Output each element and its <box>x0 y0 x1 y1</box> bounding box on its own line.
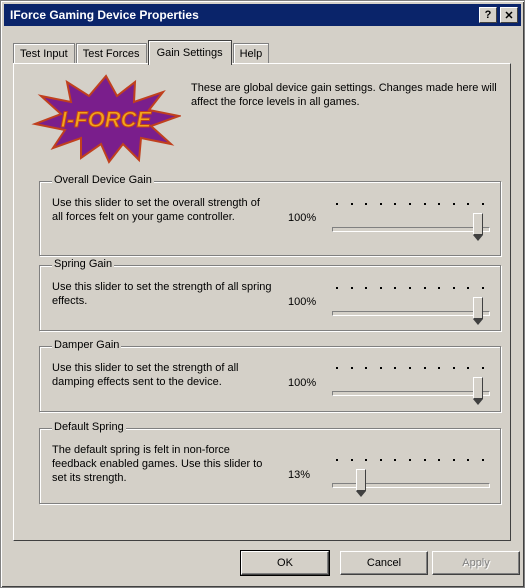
slider-tick <box>438 203 440 205</box>
group-title: Overall Device Gain <box>52 174 154 186</box>
slider-tick <box>336 287 338 289</box>
slider-ticks <box>336 367 484 369</box>
spring-gain-slider[interactable] <box>332 287 490 327</box>
ok-button[interactable]: OK <box>240 550 330 576</box>
gain-value: 100% <box>288 377 317 389</box>
group-description: Use this slider to set the strength of a… <box>52 281 272 307</box>
slider-tick <box>467 287 469 289</box>
slider-tick <box>336 203 338 205</box>
cancel-label: Cancel <box>366 557 402 569</box>
slider-tick <box>482 459 484 461</box>
gain-value: 100% <box>288 296 317 308</box>
slider-tick <box>424 203 426 205</box>
slider-tick <box>424 287 426 289</box>
slider-tick <box>482 203 484 205</box>
logo-text: I-FORCE <box>61 107 153 132</box>
slider-tick <box>380 203 382 205</box>
slider-tick <box>336 367 338 369</box>
slider-tick <box>394 203 396 205</box>
slider-tick <box>482 287 484 289</box>
gain-value: 100% <box>288 212 317 224</box>
overall-gain-slider[interactable] <box>332 203 490 243</box>
tab-test-input[interactable]: Test Input <box>13 43 75 64</box>
slider-tick <box>380 459 382 461</box>
tab-test-forces[interactable]: Test Forces <box>75 43 147 64</box>
help-button[interactable]: ? <box>479 7 497 23</box>
overall-gain-group: Overall Device Gain Use this slider to s… <box>39 174 501 256</box>
tab-gain-settings[interactable]: Gain Settings <box>147 40 232 65</box>
close-button[interactable]: ✕ <box>500 7 518 23</box>
tab-help[interactable]: Help <box>232 43 270 64</box>
damper-gain-slider[interactable] <box>332 367 490 407</box>
slider-tick <box>394 367 396 369</box>
slider-tick <box>453 203 455 205</box>
slider-tick <box>365 459 367 461</box>
group-title: Damper Gain <box>52 339 122 351</box>
slider-ticks <box>336 203 484 205</box>
slider-tick <box>394 287 396 289</box>
apply-label: Apply <box>462 557 490 569</box>
slider-ticks <box>336 459 484 461</box>
slider-tick <box>365 203 367 205</box>
slider-tick <box>453 367 455 369</box>
tab-strip: Test Input Test Forces Gain Settings Hel… <box>13 39 270 65</box>
group-description: The default spring is felt in non-force … <box>52 444 263 484</box>
intro-text: These are global device gain settings. C… <box>191 82 497 108</box>
slider-tick <box>424 459 426 461</box>
slider-tick <box>467 459 469 461</box>
slider-tick <box>351 203 353 205</box>
slider-tick <box>409 367 411 369</box>
slider-tick <box>409 459 411 461</box>
spring-gain-group: Spring Gain Use this slider to set the s… <box>39 258 501 331</box>
slider-tick <box>380 287 382 289</box>
default-spring-slider[interactable] <box>332 459 490 499</box>
slider-tick <box>438 287 440 289</box>
slider-thumb[interactable] <box>473 297 483 325</box>
slider-tick <box>351 367 353 369</box>
slider-tick <box>336 459 338 461</box>
slider-tick <box>438 367 440 369</box>
slider-tick <box>409 287 411 289</box>
slider-tick <box>351 459 353 461</box>
group-title: Spring Gain <box>52 258 115 270</box>
title-bar[interactable]: IForce Gaming Device Properties ? ✕ <box>4 4 521 26</box>
slider-thumb[interactable] <box>356 469 367 497</box>
slider-tick <box>453 287 455 289</box>
slider-tick <box>467 367 469 369</box>
slider-track <box>332 227 490 232</box>
slider-thumb[interactable] <box>473 213 483 241</box>
default-spring-group: Default Spring The default spring is fel… <box>39 421 501 504</box>
slider-track <box>332 311 490 316</box>
slider-tick <box>394 459 396 461</box>
slider-tick <box>380 367 382 369</box>
slider-tick <box>467 203 469 205</box>
iforce-logo: I-FORCE <box>31 74 181 164</box>
group-description: Use this slider to set the strength of a… <box>52 362 239 388</box>
slider-tick <box>365 287 367 289</box>
ok-label: OK <box>277 557 293 569</box>
properties-window: IForce Gaming Device Properties ? ✕ Test… <box>0 0 525 588</box>
slider-ticks <box>336 287 484 289</box>
slider-tick <box>438 459 440 461</box>
slider-tick <box>482 367 484 369</box>
slider-tick <box>365 367 367 369</box>
window-title: IForce Gaming Device Properties <box>10 8 199 22</box>
gain-value: 13% <box>288 469 311 481</box>
slider-tick <box>453 459 455 461</box>
slider-tick <box>424 367 426 369</box>
damper-gain-group: Damper Gain Use this slider to set the s… <box>39 339 501 412</box>
slider-tick <box>409 203 411 205</box>
slider-track <box>332 391 490 396</box>
group-description: Use this slider to set the overall stren… <box>52 197 260 223</box>
group-title: Default Spring <box>52 421 126 433</box>
cancel-button[interactable]: Cancel <box>340 551 428 575</box>
slider-tick <box>351 287 353 289</box>
apply-button[interactable]: Apply <box>432 551 520 575</box>
slider-thumb[interactable] <box>473 377 483 405</box>
